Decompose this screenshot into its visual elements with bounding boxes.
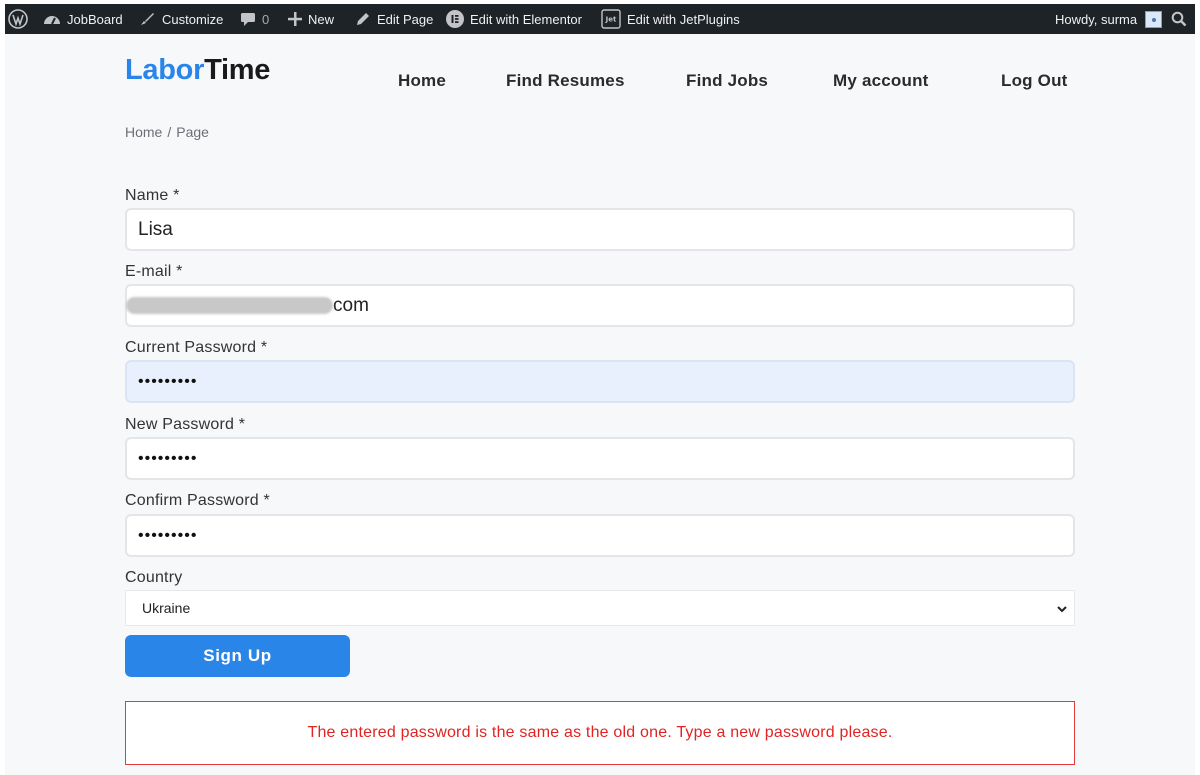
dashboard-icon: [43, 11, 61, 27]
comments-count: 0: [262, 11, 270, 27]
country-label: Country: [125, 569, 183, 586]
error-message-text: The entered password is the same as the …: [307, 724, 893, 741]
redacted-email: [126, 297, 333, 314]
site-name-link[interactable]: JobBoard: [43, 4, 123, 34]
breadcrumb-current: Page: [176, 124, 209, 140]
new-label: New: [308, 11, 335, 27]
new-password-value: •••••••••: [138, 449, 198, 467]
howdy-label: Howdy, surma: [1055, 11, 1138, 27]
logo-part-labor: Labor: [125, 54, 205, 86]
site-logo[interactable]: LaborTime: [125, 54, 270, 87]
country-value: Ukraine: [142, 600, 191, 616]
nav-find-resumes[interactable]: Find Resumes: [506, 71, 625, 91]
chevron-down-icon: [1056, 602, 1068, 618]
admin-search-button[interactable]: [1171, 4, 1187, 34]
customize-label: Customize: [162, 11, 224, 27]
edit-page-link[interactable]: Edit Page: [355, 4, 433, 34]
edit-jetplugins-link[interactable]: Jet Edit with JetPlugins: [601, 4, 740, 34]
breadcrumb: Home / Page: [125, 124, 209, 140]
elementor-icon: [446, 10, 464, 28]
breadcrumb-separator: /: [167, 124, 172, 140]
brush-icon: [138, 11, 156, 27]
search-icon: [1171, 11, 1187, 27]
email-label: E-mail *: [125, 263, 183, 280]
user-account-link[interactable]: Howdy, surma: [1055, 4, 1163, 34]
page-content: LaborTime Home Find Resumes Find Jobs My…: [5, 34, 1195, 775]
logo-part-time: Time: [204, 54, 271, 86]
confirm-password-value: •••••••••: [138, 526, 198, 544]
edit-elementor-link[interactable]: Edit with Elementor: [446, 4, 582, 34]
name-value: Lisa: [138, 218, 173, 240]
breadcrumb-home[interactable]: Home: [125, 124, 162, 140]
current-password-field[interactable]: •••••••••: [125, 360, 1075, 403]
name-label: Name *: [125, 187, 180, 204]
edit-jetplugins-label: Edit with JetPlugins: [627, 11, 740, 27]
svg-text:Jet: Jet: [605, 16, 617, 24]
wordpress-logo-icon[interactable]: [8, 4, 28, 34]
avatar: [1145, 10, 1163, 28]
new-content-link[interactable]: New: [288, 4, 334, 34]
customize-link[interactable]: Customize: [138, 4, 223, 34]
site-name-label: JobBoard: [67, 11, 123, 27]
current-password-value: •••••••••: [138, 372, 198, 390]
nav-find-jobs[interactable]: Find Jobs: [686, 71, 768, 91]
email-value-suffix: com: [333, 294, 369, 316]
nav-log-out[interactable]: Log Out: [1001, 71, 1068, 91]
confirm-password-label: Confirm Password *: [125, 492, 270, 509]
name-field[interactable]: Lisa: [125, 208, 1075, 251]
edit-page-label: Edit Page: [377, 11, 434, 27]
email-field[interactable]: com: [125, 284, 1075, 327]
error-message: The entered password is the same as the …: [125, 701, 1075, 765]
comments-link[interactable]: 0: [240, 4, 269, 34]
comment-icon: [240, 11, 256, 27]
new-password-label: New Password *: [125, 416, 246, 433]
sign-up-button[interactable]: Sign Up: [125, 635, 350, 677]
new-password-field[interactable]: •••••••••: [125, 437, 1075, 480]
plus-icon: [288, 12, 302, 26]
admin-bar: JobBoard Customize 0 New Edit Page Edit …: [5, 4, 1195, 34]
nav-home[interactable]: Home: [398, 71, 446, 91]
jetplugins-icon: Jet: [601, 9, 621, 29]
current-password-label: Current Password *: [125, 339, 268, 356]
pencil-icon: [355, 11, 371, 27]
edit-elementor-label: Edit with Elementor: [470, 11, 582, 27]
country-select[interactable]: Ukraine: [125, 590, 1075, 626]
nav-my-account[interactable]: My account: [833, 71, 929, 91]
confirm-password-field[interactable]: •••••••••: [125, 514, 1075, 557]
